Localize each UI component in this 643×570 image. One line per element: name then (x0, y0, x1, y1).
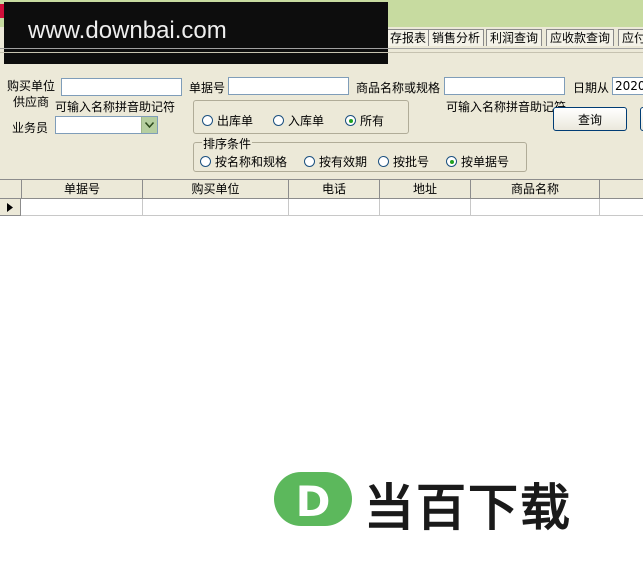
radio-circle (202, 115, 213, 126)
supplier-label: 供应商 (13, 95, 50, 109)
salesman-select[interactable] (55, 116, 158, 134)
radio-sort-name-spec-label: 按名称和规格 (215, 155, 288, 169)
downbai-logo: D 当百下载 (272, 470, 632, 537)
logo-letter: D (296, 477, 331, 526)
radio-circle (273, 115, 284, 126)
grid-header: 单据号 购买单位 电话 地址 商品名称 (0, 180, 643, 199)
column-buyer[interactable]: 购买单位 (143, 180, 289, 198)
divider (0, 48, 643, 49)
radio-sort-expiry-label: 按有效期 (319, 155, 368, 169)
tab-inventory-report[interactable]: 存报表 (386, 29, 431, 46)
radio-circle (200, 156, 211, 167)
tab-receivables-query[interactable]: 应收款查询 (546, 29, 615, 46)
radio-sort-expiry[interactable]: 按有效期 (304, 153, 367, 170)
doc-no-input[interactable] (228, 77, 349, 95)
radio-sort-doc-no-label: 按单据号 (461, 155, 510, 169)
query-button[interactable]: 查询 (553, 107, 627, 131)
radio-circle-checked (446, 156, 457, 167)
doc-no-label: 单据号 (189, 81, 226, 95)
tab-payables[interactable]: 应付 (618, 29, 643, 46)
radio-outbound-label: 出库单 (217, 114, 254, 128)
product-hint: 可输入名称拼音助记符 (446, 100, 567, 114)
logo-text: 当百下载 (364, 479, 572, 537)
chevron-down-icon[interactable] (141, 117, 157, 133)
buyer-label: 购买单位 (7, 79, 56, 93)
tab-profit-query[interactable]: 利润查询 (486, 29, 543, 46)
radio-sort-name-spec[interactable]: 按名称和规格 (200, 153, 287, 170)
column-doc-no[interactable]: 单据号 (22, 180, 143, 198)
radio-circle (304, 156, 315, 167)
radio-all-label: 所有 (360, 114, 385, 128)
downbai-logo-icon: D (274, 472, 352, 526)
buyer-hint: 可输入名称拼音助记符 (55, 100, 176, 114)
buyer-input[interactable] (61, 78, 182, 96)
date-from-label: 日期从 (573, 81, 610, 95)
table-cell[interactable] (600, 199, 643, 216)
product-input[interactable] (444, 77, 565, 95)
row-header-corner (0, 180, 22, 198)
radio-inbound-label: 入库单 (288, 114, 325, 128)
column-product-name[interactable]: 商品名称 (471, 180, 600, 198)
table-cell[interactable] (471, 199, 600, 216)
radio-circle (378, 156, 389, 167)
radio-outbound[interactable]: 出库单 (202, 112, 253, 129)
radio-circle-checked (345, 115, 356, 126)
product-label: 商品名称或规格 (356, 81, 441, 95)
radio-sort-batch[interactable]: 按批号 (378, 153, 429, 170)
watermark-banner: www.downbai.com (4, 2, 388, 64)
table-cell[interactable] (21, 199, 143, 216)
radio-all[interactable]: 所有 (345, 112, 384, 129)
tab-sales-analysis[interactable]: 销售分析 (428, 29, 485, 46)
sort-group-title: 排序条件 (202, 135, 253, 152)
table-cell[interactable] (143, 199, 289, 216)
date-from-input[interactable] (612, 77, 643, 95)
radio-sort-doc-no[interactable]: 按单据号 (446, 153, 509, 170)
column-address[interactable]: 地址 (380, 180, 471, 198)
current-row-indicator[interactable] (0, 199, 21, 216)
radio-inbound[interactable]: 入库单 (273, 112, 324, 129)
table-cell[interactable] (289, 199, 380, 216)
sort-group: 排序条件 按名称和规格 按有效期 按批号 按单据号 (193, 135, 527, 172)
divider (0, 52, 643, 53)
salesman-label: 业务员 (12, 121, 49, 135)
current-row-arrow-icon (7, 202, 13, 212)
doc-type-group: 出库单 入库单 所有 (193, 100, 409, 134)
radio-sort-batch-label: 按批号 (393, 155, 430, 169)
table-cell[interactable] (380, 199, 471, 216)
column-phone[interactable]: 电话 (289, 180, 380, 198)
